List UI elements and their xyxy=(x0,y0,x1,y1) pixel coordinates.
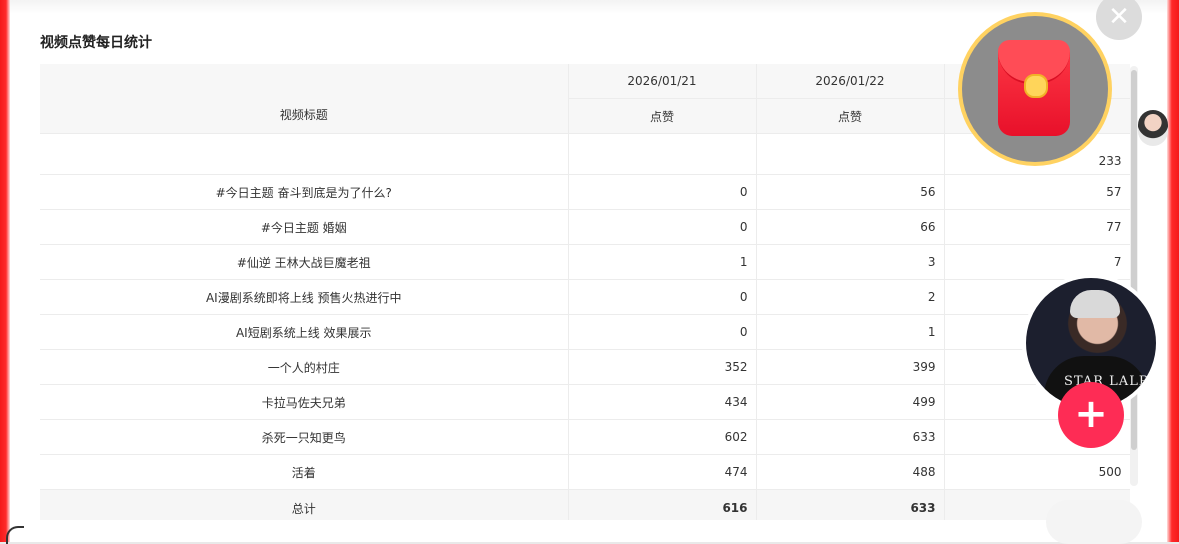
table-row: AI漫剧系统即将上线 预售火热进行中 0 2 xyxy=(40,279,1130,315)
metric-header-2: 点赞 xyxy=(756,98,945,134)
red-packet-coin xyxy=(1024,74,1048,98)
row-title: #今日主题 婚姻 xyxy=(40,209,569,245)
row-value: 499 xyxy=(756,384,945,420)
panel-title: 视频点赞每日统计 xyxy=(40,35,152,51)
row-title: #仙逆 王林大战巨魔老祖 xyxy=(40,244,569,280)
likes-stats-table: 视频标题 2026/01/21 2026/01/22 点赞 点赞 233 #今日… xyxy=(40,64,1130,520)
right-red-edge xyxy=(1167,0,1179,542)
row-value: 3 xyxy=(756,244,945,280)
bottom-floating-pill[interactable] xyxy=(1046,500,1142,544)
table-row: AI短剧系统上线 效果展示 0 1 xyxy=(40,314,1130,350)
row-title: 卡拉马佐夫兄弟 xyxy=(40,384,569,420)
table-row: #今日主题 奋斗到底是为了什么? 0 56 57 xyxy=(40,174,1130,210)
row-value xyxy=(756,133,945,175)
row-title xyxy=(40,133,569,175)
table-row: 活着 474 488 500 xyxy=(40,454,1130,490)
table-row: #今日主题 婚姻 0 66 77 xyxy=(40,209,1130,245)
row-value: 474 xyxy=(568,454,757,490)
red-packet-button[interactable] xyxy=(962,16,1108,162)
close-icon: ✕ xyxy=(1108,2,1130,32)
row-value: 0 xyxy=(568,314,757,350)
row-title: 杀死一只知更鸟 xyxy=(40,419,569,455)
total-value: 633 xyxy=(756,489,945,520)
row-title: AI漫剧系统即将上线 预售火热进行中 xyxy=(40,279,569,315)
table-row: #仙逆 王林大战巨魔老祖 1 3 7 xyxy=(40,244,1130,280)
row-value: 633 xyxy=(756,419,945,455)
total-value: 616 xyxy=(568,489,757,520)
row-value: 602 xyxy=(568,419,757,455)
row-value: 56 xyxy=(756,174,945,210)
row-title: 活着 xyxy=(40,454,569,490)
corner-decoration xyxy=(6,526,24,544)
left-red-edge xyxy=(0,0,10,542)
table-row: 卡拉马佐夫兄弟 434 499 xyxy=(40,384,1130,420)
row-value: 434 xyxy=(568,384,757,420)
row-value: 0 xyxy=(568,209,757,245)
plus-icon: + xyxy=(1074,391,1108,437)
avatar-cap xyxy=(1070,290,1120,318)
stats-table-container[interactable]: 视频标题 2026/01/21 2026/01/22 点赞 点赞 233 #今日… xyxy=(40,64,1130,520)
row-value: 399 xyxy=(756,349,945,385)
row-value: 66 xyxy=(756,209,945,245)
row-title: 一个人的村庄 xyxy=(40,349,569,385)
red-packet-icon xyxy=(998,40,1070,136)
column-header-date-1: 2026/01/21 xyxy=(568,64,757,99)
row-value xyxy=(568,133,757,175)
row-value: 2 xyxy=(756,279,945,315)
row-value: 57 xyxy=(944,174,1130,210)
row-value: 488 xyxy=(756,454,945,490)
column-header-title: 视频标题 xyxy=(40,64,569,134)
total-row: 总计 616 633 733 xyxy=(40,489,1130,520)
row-value: 0 xyxy=(568,279,757,315)
table-row: 杀死一只知更鸟 602 633 xyxy=(40,419,1130,455)
row-value: 352 xyxy=(568,349,757,385)
table-scrollbar[interactable] xyxy=(1130,66,1138,486)
row-value: 1 xyxy=(568,244,757,280)
top-shade xyxy=(10,0,1167,14)
column-header-date-2: 2026/01/22 xyxy=(756,64,945,99)
row-title: AI短剧系统上线 效果展示 xyxy=(40,314,569,350)
row-value: 500 xyxy=(944,454,1130,490)
column-header-title-label: 视频标题 xyxy=(279,108,328,122)
row-value: 1 xyxy=(756,314,945,350)
row-value: 0 xyxy=(568,174,757,210)
row-title: #今日主题 奋斗到底是为了什么? xyxy=(40,174,569,210)
table-row: 一个人的村庄 352 399 xyxy=(40,349,1130,385)
row-value: 77 xyxy=(944,209,1130,245)
avatar-small[interactable] xyxy=(1138,110,1168,146)
follow-plus-button[interactable]: + xyxy=(1058,382,1124,448)
table-row: 233 xyxy=(40,133,1130,175)
app-frame: 视频点赞每日统计 视频标题 2026/01/21 2026/01/22 点赞 点… xyxy=(0,0,1179,544)
total-label: 总计 xyxy=(40,489,569,520)
metric-header-1: 点赞 xyxy=(568,98,757,134)
